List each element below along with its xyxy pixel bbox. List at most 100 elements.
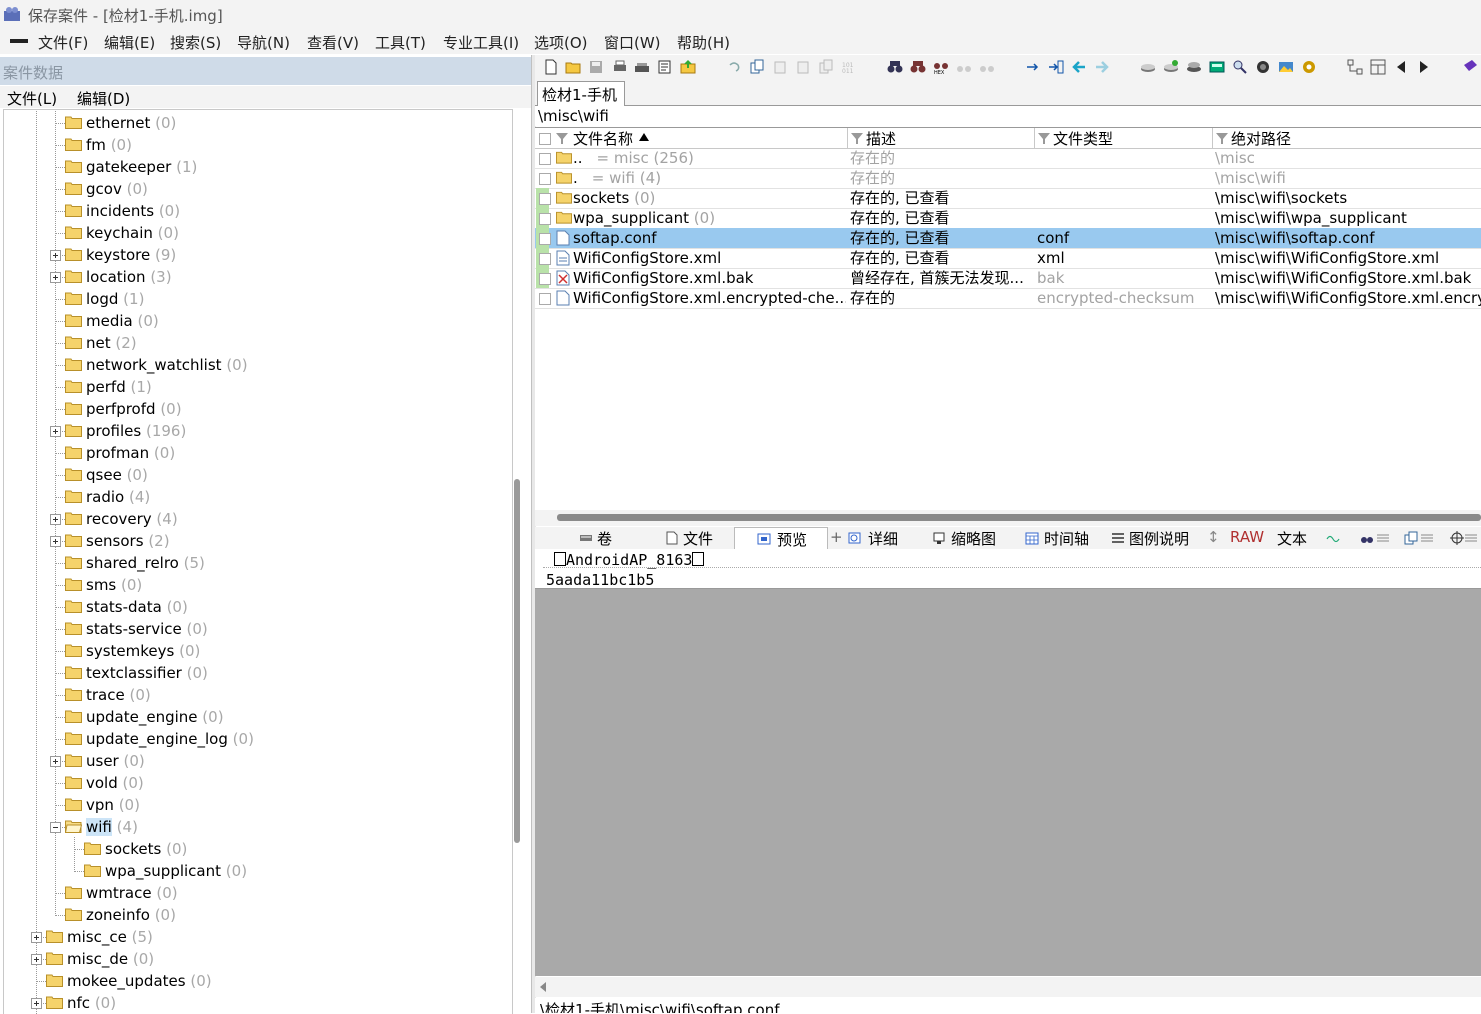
disk-icon[interactable] — [1140, 59, 1156, 75]
case-menu-edit[interactable]: 编辑(D) — [77, 88, 130, 109]
system-menu-icon[interactable] — [10, 39, 28, 43]
image-icon[interactable] — [1278, 59, 1294, 75]
back-arrow-icon[interactable] — [1071, 59, 1087, 75]
table-row[interactable]: WifiConfigStore.xml.encrypted-che... 存在的 e… — [535, 288, 1481, 309]
expand-icon[interactable] — [50, 250, 61, 261]
row-checkbox[interactable] — [539, 193, 551, 205]
tab-details[interactable]: + 详细 — [830, 527, 915, 548]
tab-evidence[interactable]: 检材1-手机 — [537, 81, 625, 106]
row-checkbox[interactable] — [539, 213, 551, 225]
copy-icon[interactable] — [749, 59, 765, 75]
lines-icon[interactable] — [1376, 531, 1390, 545]
filter-icon[interactable] — [1037, 131, 1051, 145]
forward-arrow-icon[interactable] — [1094, 59, 1110, 75]
find-hex-icon[interactable]: HEX — [933, 59, 949, 75]
table-row[interactable]: softap.conf 存在的, 已查看 conf \misc\wifi\softap… — [535, 228, 1481, 249]
binoculars-icon[interactable] — [1360, 531, 1374, 545]
goto-offset-icon[interactable] — [1025, 59, 1041, 75]
lines-icon[interactable] — [1464, 531, 1478, 545]
open-folder-icon[interactable] — [565, 59, 581, 75]
copy-disabled-icon[interactable] — [818, 59, 834, 75]
filter-icon[interactable] — [850, 131, 864, 145]
goto-sector-icon[interactable] — [1048, 59, 1064, 75]
menu-navigate[interactable]: 导航(N) — [237, 32, 290, 53]
row-checkbox[interactable] — [539, 173, 551, 185]
expand-icon[interactable] — [31, 954, 42, 965]
menu-edit[interactable]: 编辑(E) — [104, 32, 155, 53]
magnifier-icon[interactable] — [1232, 59, 1248, 75]
find-disabled-icon[interactable] — [956, 59, 972, 75]
lines-icon[interactable] — [1420, 531, 1434, 545]
new-file-icon[interactable] — [543, 59, 559, 75]
menu-window[interactable]: 窗口(W) — [604, 32, 661, 53]
column-header-path[interactable]: 绝对路径 — [1213, 128, 1481, 149]
filter-icon[interactable] — [1215, 131, 1229, 145]
expand-icon[interactable] — [50, 514, 61, 525]
menu-file[interactable]: 文件(F) — [38, 32, 88, 53]
table-row[interactable]: sockets (0) 存在的, 已查看 \misc\wifi\sockets — [535, 188, 1481, 209]
find-next-disabled-icon[interactable] — [979, 59, 995, 75]
tree-view-icon[interactable] — [1347, 59, 1363, 75]
menu-search[interactable]: 搜索(S) — [170, 32, 221, 53]
scrollbar-thumb[interactable] — [557, 514, 1481, 521]
binary-icon[interactable]: 101011 — [841, 59, 857, 75]
directory-tree[interactable]: ethernet (0) fm (0) gatekeeper (1) gcov (0)… — [3, 109, 513, 1014]
table-row[interactable]: wpa_supplicant (0) 存在的, 已查看 \misc\wifi\wpa… — [535, 208, 1481, 229]
ram-icon[interactable] — [1186, 59, 1202, 75]
calculator-icon[interactable] — [1209, 59, 1225, 75]
tab-volume[interactable]: 卷 — [575, 527, 635, 548]
expand-icon[interactable] — [50, 426, 61, 437]
scroll-left-arrow-icon[interactable] — [540, 982, 546, 992]
column-header-name[interactable]: 文件名称 — [535, 128, 848, 149]
tab-preview[interactable]: 预览 — [734, 527, 828, 549]
expand-icon[interactable] — [31, 932, 42, 943]
tab-file[interactable]: 文件 — [662, 527, 732, 548]
row-checkbox[interactable] — [539, 153, 551, 165]
panels-icon[interactable] — [1370, 59, 1386, 75]
filter-icon[interactable] — [555, 131, 569, 145]
row-checkbox[interactable] — [539, 293, 551, 305]
properties-icon[interactable] — [657, 59, 673, 75]
menu-help[interactable]: 帮助(H) — [677, 32, 730, 53]
tab-timeline[interactable]: 时间轴 — [1023, 527, 1103, 548]
expand-icon[interactable] — [31, 998, 42, 1009]
row-checkbox[interactable] — [539, 253, 551, 265]
expand-icon[interactable] — [50, 272, 61, 283]
preview-horizontal-scrollbar[interactable] — [535, 977, 1481, 997]
expand-icon[interactable] — [50, 536, 61, 547]
gear-icon[interactable] — [1301, 59, 1317, 75]
table-row[interactable]: .. = misc (256) 存在的 \misc — [535, 148, 1481, 169]
export-icon[interactable] — [680, 59, 696, 75]
wave-icon[interactable] — [1326, 531, 1340, 545]
menu-view[interactable]: 查看(V) — [307, 32, 359, 53]
column-header-type[interactable]: 文件类型 — [1035, 128, 1213, 149]
camera-icon[interactable] — [1255, 59, 1271, 75]
scanner-icon[interactable] — [634, 59, 650, 75]
target-icon[interactable] — [1450, 531, 1464, 545]
table-row[interactable]: WifiConfigStore.xml.bak 曾经存在, 首簇无法发现... ba… — [535, 268, 1481, 289]
tab-raw[interactable]: ↕ RAW — [1206, 527, 1270, 548]
table-row[interactable]: . = wifi (4) 存在的 \misc\wifi — [535, 168, 1481, 189]
tab-thumbnails[interactable]: 缩略图 — [930, 527, 1015, 548]
menu-options[interactable]: 选项(O) — [534, 32, 588, 53]
menu-tools[interactable]: 工具(T) — [375, 32, 426, 53]
paste-disabled-icon[interactable] — [795, 59, 811, 75]
table-row[interactable]: WifiConfigStore.xml 存在的, 已查看 xml \misc\wifi… — [535, 248, 1481, 269]
save-icon[interactable] — [588, 59, 604, 75]
disk-green-icon[interactable] — [1163, 59, 1179, 75]
copy-icon[interactable] — [1404, 531, 1418, 545]
row-checkbox[interactable] — [539, 273, 551, 285]
case-menu-file[interactable]: 文件(L) — [7, 88, 57, 109]
tab-text[interactable]: 文本 — [1276, 527, 1316, 548]
paste-disabled-icon[interactable] — [772, 59, 788, 75]
next-icon[interactable] — [1416, 59, 1432, 75]
print-icon[interactable] — [612, 59, 628, 75]
column-header-description[interactable]: 描述 — [848, 128, 1035, 149]
undo-icon[interactable] — [726, 59, 742, 75]
find-icon[interactable] — [887, 59, 903, 75]
tab-legend[interactable]: 图例说明 — [1109, 527, 1194, 548]
menu-pro-tools[interactable]: 专业工具(I) — [443, 32, 519, 53]
header-checkbox[interactable] — [539, 133, 551, 145]
row-checkbox[interactable] — [539, 233, 551, 245]
book-icon[interactable] — [1462, 59, 1478, 75]
